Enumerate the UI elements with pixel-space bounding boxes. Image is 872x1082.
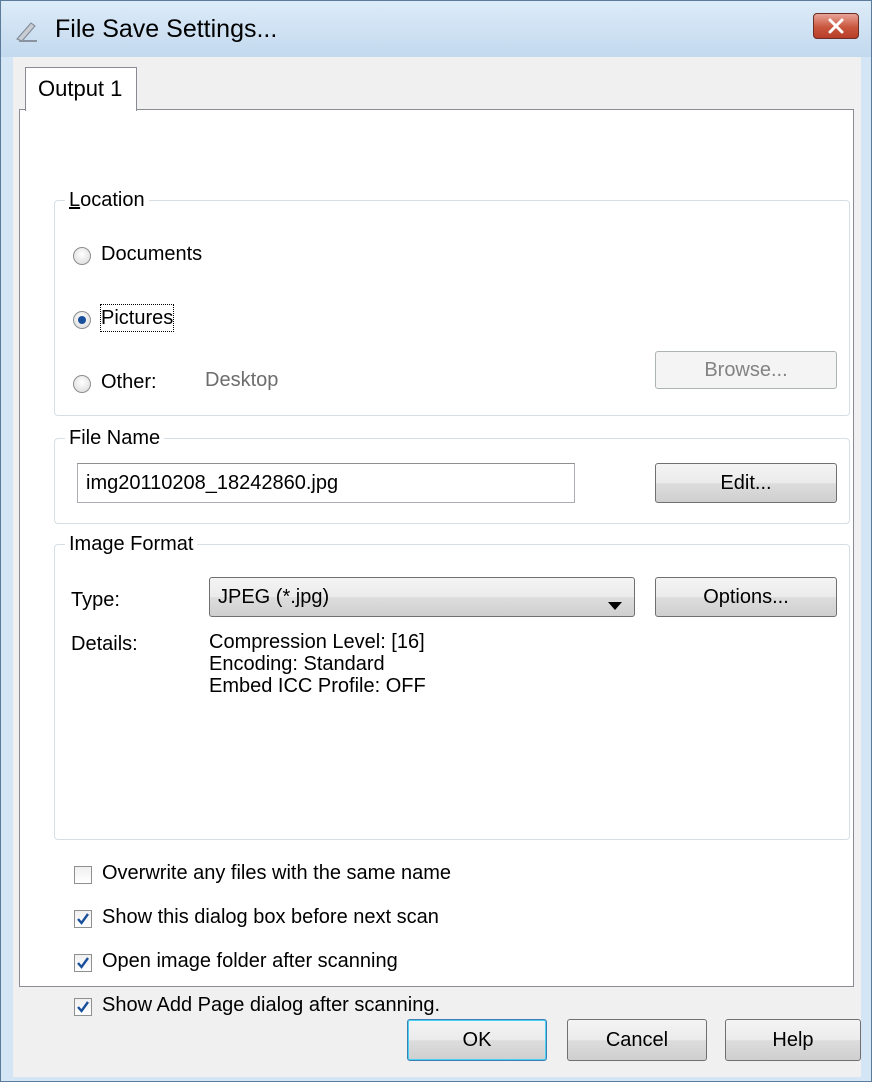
browse-button-label: Browse... (704, 359, 788, 381)
chevron-down-icon (608, 592, 622, 618)
window-title: File Save Settings... (55, 15, 278, 43)
radio-pictures-label[interactable]: Pictures (99, 304, 175, 332)
close-button[interactable] (813, 13, 859, 39)
dialog-client-area: Output 1 Location Documents Pictures Oth… (13, 57, 861, 1077)
radio-documents-label[interactable]: Documents (101, 241, 202, 267)
open-folder-checkbox-label[interactable]: Open image folder after scanning (102, 948, 398, 974)
location-group-label: Location (65, 187, 149, 213)
file-name-field[interactable]: img20110208_18242860.jpg (77, 463, 575, 503)
image-format-group-label: Image Format (65, 531, 198, 557)
show-dialog-checkbox[interactable] (74, 910, 92, 928)
file-name-group: File Name img20110208_18242860.jpg Edit.… (54, 425, 850, 524)
details-label: Details: (71, 633, 138, 655)
overwrite-checkbox[interactable] (74, 866, 92, 884)
location-group: Location Documents Pictures Other: Deskt… (54, 187, 850, 416)
cancel-button[interactable]: Cancel (567, 1019, 707, 1061)
options-button-label: Options... (703, 586, 789, 608)
overwrite-checkbox-label[interactable]: Overwrite any files with the same name (102, 860, 451, 886)
type-label: Type: (71, 589, 120, 611)
details-text: Compression Level: [16] Encoding: Standa… (209, 631, 426, 697)
options-button[interactable]: Options... (655, 577, 837, 617)
detail-icc-profile: Embed ICC Profile: OFF (209, 675, 426, 697)
cancel-button-label: Cancel (605, 1029, 669, 1051)
radio-other[interactable] (73, 375, 91, 393)
radio-documents[interactable] (73, 247, 91, 265)
other-location-path: Desktop (205, 369, 279, 391)
ok-button[interactable]: OK (407, 1019, 547, 1061)
detail-encoding: Encoding: Standard (209, 653, 385, 675)
ok-button-label: OK (462, 1029, 492, 1051)
type-select-value: JPEG (*.jpg) (218, 586, 330, 608)
radio-pictures[interactable] (73, 311, 91, 329)
add-page-checkbox[interactable] (74, 998, 92, 1016)
tab-output-1[interactable]: Output 1 (25, 67, 137, 111)
scanner-icon (13, 17, 41, 45)
show-dialog-checkbox-label[interactable]: Show this dialog box before next scan (102, 904, 439, 930)
file-save-settings-window: File Save Settings... Output 1 Location … (0, 0, 872, 1082)
help-button[interactable]: Help (725, 1019, 861, 1061)
detail-compression: Compression Level: [16] (209, 631, 425, 653)
file-name-value: img20110208_18242860.jpg (86, 472, 339, 494)
image-format-group: Image Format Type: JPEG (*.jpg) Options.… (54, 531, 850, 840)
help-button-label: Help (772, 1029, 814, 1051)
tab-panel-output-1: Location Documents Pictures Other: Deskt… (19, 109, 854, 1016)
file-name-group-label: File Name (65, 425, 165, 451)
tab-label: Output 1 (38, 76, 123, 101)
radio-other-label[interactable]: Other: (101, 369, 157, 395)
edit-button-label: Edit... (720, 472, 772, 494)
type-select[interactable]: JPEG (*.jpg) (209, 577, 635, 617)
browse-button[interactable]: Browse... (655, 351, 837, 389)
edit-button[interactable]: Edit... (655, 463, 837, 503)
add-page-checkbox-label[interactable]: Show Add Page dialog after scanning. (102, 992, 440, 1018)
open-folder-checkbox[interactable] (74, 954, 92, 972)
title-bar[interactable]: File Save Settings... (1, 1, 871, 57)
